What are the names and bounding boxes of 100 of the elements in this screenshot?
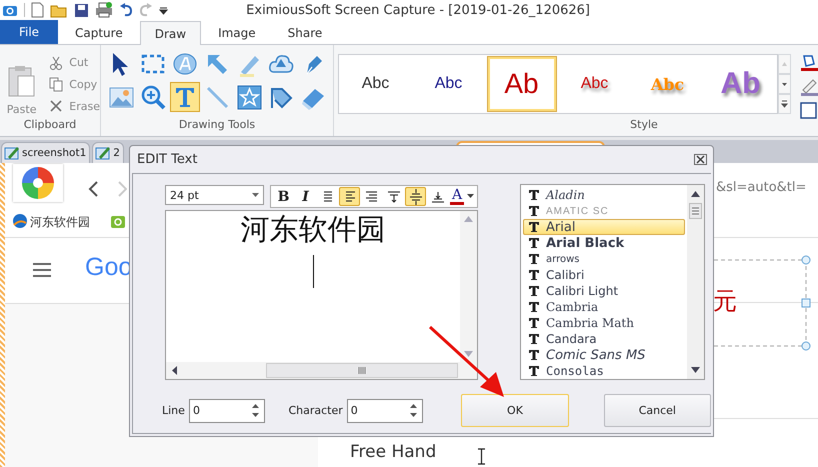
font-icon (528, 237, 540, 249)
field-label: Line (162, 404, 185, 417)
style-preset[interactable]: Abc (560, 57, 628, 111)
tab-label: 2 (113, 147, 120, 159)
ribbon-tab[interactable]: Capture (60, 21, 138, 44)
format-button[interactable]: I (295, 187, 316, 206)
text-fragment: 元 (713, 286, 737, 317)
group-label: Drawing Tools (178, 118, 256, 133)
free-hand-label: Free Hand (350, 442, 436, 462)
window-title: EximiousSoft Screen Capture - [2019-01-26_120626] (246, 2, 590, 18)
bookmark-link[interactable]: 河东软件园 (30, 214, 90, 231)
document-edit-icon (4, 145, 20, 161)
font-list-item[interactable]: Calibri (523, 267, 685, 283)
font-icon (528, 205, 540, 217)
document-tab[interactable]: 2 (92, 142, 124, 163)
back-icon[interactable] (87, 180, 99, 198)
editor-text: 河东软件园 (240, 211, 386, 247)
document-edit-icon (95, 145, 112, 161)
group-label: Clipboard (22, 118, 78, 133)
font-list-item[interactable]: Arial Black (523, 235, 685, 251)
spin-field[interactable]: 0 (188, 398, 266, 422)
font-list-item[interactable]: Consolas (523, 363, 685, 379)
spin-arrows-icon[interactable] (410, 403, 418, 418)
caret-icon[interactable] (467, 194, 474, 199)
field-value: 0 (192, 404, 200, 417)
save-icon[interactable] (74, 2, 89, 18)
checkbox-icon[interactable] (800, 102, 817, 119)
spin-arrows-icon[interactable] (252, 403, 260, 418)
font-list-item[interactable]: Candara (523, 331, 685, 347)
field-label: Character (288, 404, 343, 417)
font-icon (528, 189, 540, 201)
menu-icon[interactable] (33, 263, 51, 277)
ribbon-tab[interactable]: Draw (140, 21, 202, 45)
font-icon (528, 253, 540, 265)
zoom-icon (139, 83, 167, 111)
dialog-title: EDIT Text (137, 152, 198, 167)
font-icon (528, 221, 540, 233)
file-menu-button[interactable]: File (0, 20, 58, 44)
font-icon (528, 349, 540, 361)
url-text: &sl=auto&tl= (716, 180, 806, 195)
site-icon (12, 213, 28, 229)
scroll-down-icon[interactable] (778, 74, 791, 94)
dialog-button[interactable]: OK (461, 394, 569, 427)
font-list-item[interactable]: Arial (523, 219, 685, 235)
format-button[interactable] (405, 187, 426, 206)
scroll-thumb[interactable] (689, 203, 702, 219)
font-list-item[interactable]: arrows (523, 251, 685, 267)
new-document-icon[interactable] (31, 2, 44, 18)
font-list-item[interactable]: Aladin (523, 187, 685, 203)
field-value: 0 (350, 404, 358, 417)
spin-field[interactable]: 0 (346, 398, 424, 422)
align-bottom-icon (430, 190, 444, 202)
ribbon-tab[interactable]: Image (203, 21, 271, 44)
group-label: Style (629, 118, 659, 133)
gallery-expand-icon[interactable] (778, 94, 791, 114)
document-tab[interactable]: screenshot1 (1, 142, 90, 163)
font-icon (528, 269, 540, 281)
scroll-thumb[interactable] (266, 363, 458, 378)
font-size-dropdown[interactable]: 24 pt (165, 185, 264, 205)
erase-icon (49, 98, 64, 114)
scroll-down-icon[interactable] (463, 350, 474, 358)
format-button[interactable]: B (273, 187, 294, 206)
style-preset[interactable]: Ab (706, 57, 774, 111)
clipboard-icon (8, 65, 36, 99)
style-sample: Ab (720, 67, 760, 101)
ribbon-tab[interactable]: Share (272, 21, 338, 44)
font-list-item[interactable]: Cambria (523, 299, 685, 315)
printer-icon[interactable] (95, 2, 113, 18)
style-sample: Abc (362, 75, 390, 93)
grip-icon (358, 367, 366, 374)
text-cursor-icon (477, 448, 486, 465)
scissors-icon (49, 54, 64, 70)
outline-color-icon[interactable] (800, 78, 818, 96)
style-sample: Ab (504, 68, 539, 100)
font-list-item[interactable]: Comic Sans MS (523, 347, 685, 363)
copy-icon (49, 76, 64, 92)
folder-icon[interactable] (50, 2, 68, 18)
caret-icon[interactable] (252, 193, 259, 197)
fill-color-icon[interactable] (800, 54, 818, 72)
format-button[interactable] (339, 187, 360, 206)
undo-icon[interactable] (119, 3, 133, 17)
close-icon[interactable] (694, 154, 707, 165)
style-preset[interactable]: Abc (342, 57, 410, 111)
style-sample: Abc (434, 75, 462, 93)
font-size-value: 24 pt (170, 188, 199, 202)
font-icon (528, 285, 540, 297)
style-sample: Abc (650, 74, 684, 94)
shopping-bag-icon (110, 213, 126, 229)
dropdown-icon[interactable] (159, 6, 168, 14)
font-list-item[interactable]: Cambria Math (523, 315, 685, 331)
format-button[interactable]: A (449, 187, 475, 206)
style-preset[interactable]: Abc (414, 57, 482, 111)
font-list-item[interactable]: Calibri Light (523, 283, 685, 299)
tab-label: screenshot1 (22, 147, 86, 159)
font-icon (528, 365, 540, 377)
dialog-button[interactable]: Cancel (604, 394, 711, 427)
font-icon (528, 333, 540, 345)
style-preset[interactable]: Ab (488, 57, 556, 111)
font-icon (528, 317, 540, 329)
align-right-icon (364, 190, 378, 202)
